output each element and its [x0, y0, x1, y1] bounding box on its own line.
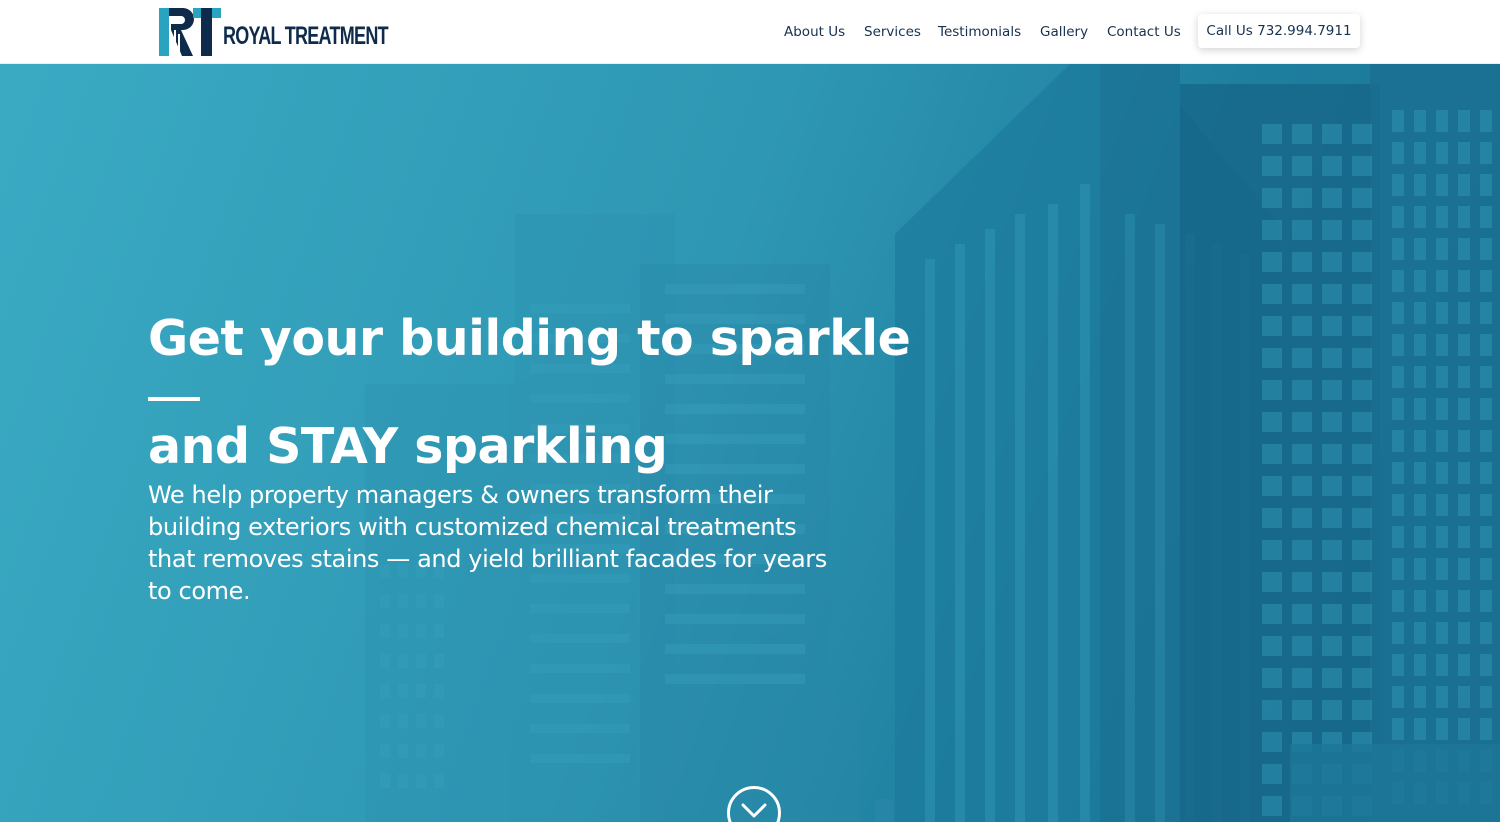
- main-nav: About Us Services Testimonials Gallery C…: [0, 0, 1500, 64]
- hero-section: Get your building to sparkle and STAY sp…: [0, 64, 1500, 822]
- nav-contact-us[interactable]: Contact Us: [1107, 22, 1181, 42]
- nav-about-us[interactable]: About Us: [784, 22, 845, 42]
- hero-description: We help property managers & owners trans…: [148, 481, 827, 605]
- hero-title-line1: Get your building to sparkle: [148, 310, 911, 367]
- hero-divider: [148, 397, 200, 401]
- nav-services[interactable]: Services: [864, 22, 921, 42]
- nav-gallery[interactable]: Gallery: [1040, 22, 1088, 42]
- site-header: ROYAL TREATMENT About Us Services Testim…: [0, 0, 1500, 64]
- nav-testimonials[interactable]: Testimonials: [938, 22, 1021, 42]
- hero-content: Get your building to sparkle and STAY sp…: [148, 309, 911, 607]
- hero-title-line2: and STAY sparkling: [148, 418, 668, 475]
- chevron-down-icon: [741, 803, 767, 818]
- call-us-button[interactable]: Call Us 732.994.7911: [1198, 14, 1360, 48]
